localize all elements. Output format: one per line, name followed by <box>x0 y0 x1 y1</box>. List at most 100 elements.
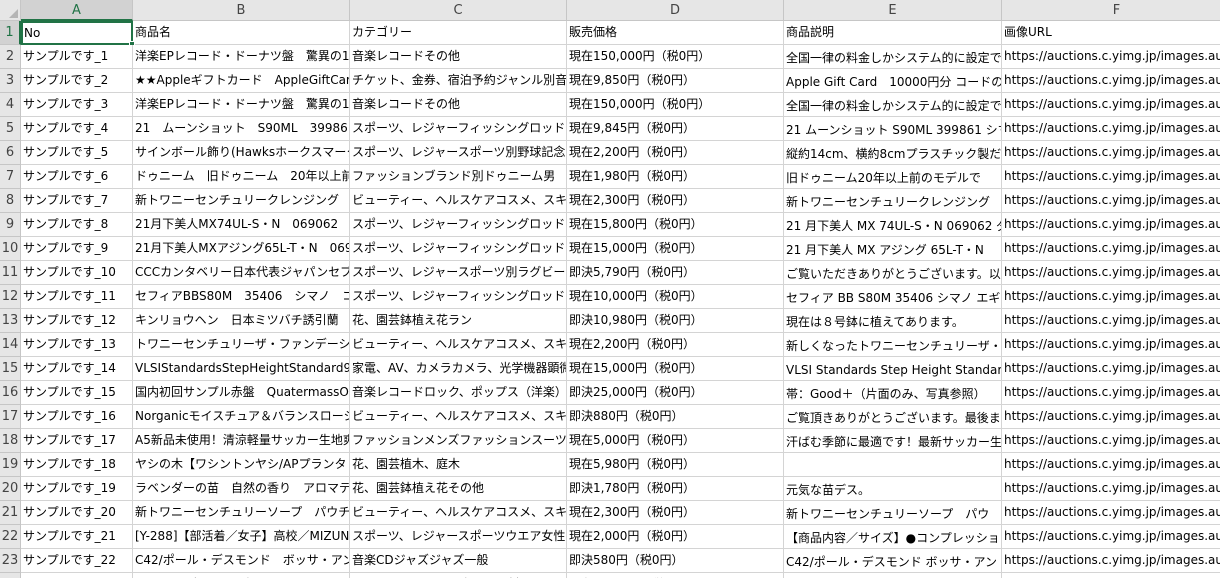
table-cell[interactable]: サンプルです_4 <box>21 117 133 141</box>
table-cell[interactable]: ファッションメンズファッションスーツ <box>350 429 567 453</box>
table-cell[interactable]: https://auctions.c.yimg.jp/images.aucti <box>1002 573 1220 578</box>
table-cell[interactable]: サインボール飾り(Hawksホークスマーク <box>133 141 350 165</box>
header-cell-4[interactable]: 販売価格 <box>567 21 784 45</box>
table-cell[interactable]: 音楽レコードロック、ポップス（洋楽） <box>350 381 567 405</box>
table-cell[interactable]: 音楽レコードその他 <box>350 93 567 117</box>
row-header[interactable]: 8 <box>0 189 21 213</box>
table-cell[interactable]: サンプルです_17 <box>21 429 133 453</box>
table-cell[interactable]: スポーツ、レジャースポーツ別野球記念 <box>350 141 567 165</box>
row-header[interactable]: 11 <box>0 261 21 285</box>
table-cell[interactable]: 現在15,800円（税0円） <box>567 213 784 237</box>
table-cell[interactable]: 現在2,200円（税0円） <box>567 333 784 357</box>
table-cell[interactable]: 新トワニーセンチュリーソープ パウ <box>784 501 1002 525</box>
table-cell[interactable]: ★★Appleギフトカード AppleGiftCard <box>133 69 350 93</box>
row-header[interactable]: 14 <box>0 333 21 357</box>
table-cell[interactable]: サンプルです_5 <box>21 141 133 165</box>
table-cell[interactable]: 家電、AV、カメラカメラ、光学機器顕微 <box>350 357 567 381</box>
table-cell[interactable]: サンプルです_8 <box>21 213 133 237</box>
table-cell[interactable]: 洋楽EPレコード・ドーナツ盤 驚異の15 <box>133 45 350 69</box>
table-cell[interactable]: スポーツ、レジャースポーツウエア女性 <box>350 525 567 549</box>
table-cell[interactable]: 汗ばむ季節に最適です！最新サッカー生 <box>784 429 1002 453</box>
row-header[interactable]: 19 <box>0 453 21 477</box>
table-cell[interactable]: サンプルです_1 <box>21 45 133 69</box>
row-header[interactable]: 7 <box>0 165 21 189</box>
table-cell[interactable]: 現在2,300円（税0円） <box>567 189 784 213</box>
table-cell[interactable]: サンプルです_18 <box>21 453 133 477</box>
table-cell[interactable]: 縦約14cm、横約8cmプラスチック製だと <box>784 141 1002 165</box>
row-header[interactable]: 15 <box>0 357 21 381</box>
row-header[interactable]: 5 <box>0 117 21 141</box>
row-header[interactable]: 24 <box>0 573 21 578</box>
row-header[interactable]: 20 <box>0 477 21 501</box>
table-cell[interactable]: サンプルです_7 <box>21 189 133 213</box>
header-cell-2[interactable]: 商品名 <box>133 21 350 45</box>
table-cell[interactable]: ご覧頂きありがとうございます。最後ま <box>784 405 1002 429</box>
table-cell[interactable]: サンプルです_9 <box>21 237 133 261</box>
table-cell[interactable]: 即決880円（税0円） <box>567 405 784 429</box>
table-cell[interactable]: ファッションブランド別ドゥニーム男 <box>350 165 567 189</box>
table-cell[interactable]: サンプルです_22 <box>21 549 133 573</box>
table-cell[interactable]: 現在5,980円（税0円） <box>567 453 784 477</box>
table-cell[interactable]: https://auctions.c.yimg.jp/images.aucti <box>1002 165 1220 189</box>
column-header-e[interactable]: E <box>784 0 1002 21</box>
table-cell[interactable]: サンプルです_3 <box>21 93 133 117</box>
table-cell[interactable]: キンリョウヘン 日本ミツバチ誘引蘭 <box>133 309 350 333</box>
header-cell-6[interactable]: 画像URL <box>1002 21 1220 45</box>
table-cell[interactable]: ビューティー、ヘルスケアコスメ、スキ <box>350 189 567 213</box>
table-cell[interactable]: https://auctions.c.yimg.jp/images.aucti <box>1002 45 1220 69</box>
table-cell[interactable]: チケット、金券、宿泊予約ジャンル別音 <box>350 69 567 93</box>
row-header[interactable]: 4 <box>0 93 21 117</box>
table-cell[interactable]: 現在15,000円（税0円） <box>567 237 784 261</box>
table-cell[interactable]: サンプルです_15 <box>21 381 133 405</box>
table-cell[interactable]: スポーツ、レジャーフィッシングロッド <box>350 237 567 261</box>
table-cell[interactable]: セフィアBBS80M 35406 シマノ コ <box>133 285 350 309</box>
table-cell[interactable]: ドゥニーム 旧ドゥニーム 20年以上前 <box>133 165 350 189</box>
table-cell[interactable]: サンプルです_20 <box>21 501 133 525</box>
table-cell[interactable]: サンプルです_2 <box>21 69 133 93</box>
table-cell[interactable]: サンプルです_12 <box>21 309 133 333</box>
table-cell[interactable]: 現在10,000円（税0円） <box>567 285 784 309</box>
table-cell[interactable] <box>784 453 1002 477</box>
table-cell[interactable]: https://auctions.c.yimg.jp/images.aucti <box>1002 93 1220 117</box>
table-cell[interactable]: https://auctions.c.yimg.jp/images.aucti <box>1002 453 1220 477</box>
table-cell[interactable]: 花、園芸植木、庭木 <box>350 453 567 477</box>
column-header-f[interactable]: F <box>1002 0 1220 21</box>
table-cell[interactable] <box>784 573 1002 578</box>
table-cell[interactable]: https://auctions.c.yimg.jp/images.aucti <box>1002 381 1220 405</box>
table-cell[interactable]: https://auctions.c.yimg.jp/images.aucti <box>1002 429 1220 453</box>
table-cell[interactable]: 全国一律の料金しかシステム的に設定で <box>784 93 1002 117</box>
table-cell[interactable]: 新トワニーセンチュリーソープ パウチ <box>133 501 350 525</box>
header-cell-3[interactable]: カテゴリー <box>350 21 567 45</box>
row-header[interactable]: 13 <box>0 309 21 333</box>
table-cell[interactable]: ホビー、カルチャー楽器、器材ギターエ <box>350 573 567 578</box>
table-cell[interactable]: https://auctions.c.yimg.jp/images.aucti <box>1002 477 1220 501</box>
table-cell[interactable]: 旧ドゥニーム20年以上前のモデルで <box>784 165 1002 189</box>
table-cell[interactable]: https://auctions.c.yimg.jp/images.aucti <box>1002 405 1220 429</box>
table-cell[interactable]: VLSIStandardsStepHeightStandard9393 <box>133 357 350 381</box>
table-cell[interactable]: 即決25,000円（税0円） <box>567 381 784 405</box>
table-cell[interactable]: https://auctions.c.yimg.jp/images.aucti <box>1002 333 1220 357</box>
table-cell[interactable]: 現在2,000円（税0円） <box>567 525 784 549</box>
header-cell-1[interactable]: No <box>21 21 133 45</box>
table-cell[interactable]: 新トワニーセンチュリークレンジング <box>784 189 1002 213</box>
table-cell[interactable]: 国内初回サンプル赤盤 QuatermassOP <box>133 381 350 405</box>
table-cell[interactable]: スポーツ、レジャーフィッシングロッド <box>350 285 567 309</box>
table-cell[interactable]: [Y-288]【部活着／女子】高校／MIZUNO <box>133 525 350 549</box>
row-header[interactable]: 12 <box>0 285 21 309</box>
table-cell[interactable]: サンプルです_19 <box>21 477 133 501</box>
table-cell[interactable]: ヤシの木【ワシントンヤシ/APプランタ・ <box>133 453 350 477</box>
table-cell[interactable]: 元気な苗デス。 <box>784 477 1002 501</box>
table-cell[interactable]: https://auctions.c.yimg.jp/images.aucti <box>1002 357 1220 381</box>
table-cell[interactable]: トワニーセンチュリーザ・ファンデーシ <box>133 333 350 357</box>
table-cell[interactable]: スポーツ、レジャーフィッシングロッド <box>350 213 567 237</box>
row-header[interactable]: 3 <box>0 69 21 93</box>
table-cell[interactable]: ⑥-17少し古めですが、とてもキレイなチ <box>133 573 350 578</box>
table-cell[interactable]: 現在9,850円（税0円） <box>567 69 784 93</box>
table-cell[interactable]: セフィア BB S80M 35406 シマノ エギン <box>784 285 1002 309</box>
table-cell[interactable]: 現在2,200円（税0円） <box>567 141 784 165</box>
table-cell[interactable]: 全国一律の料金しかシステム的に設定で <box>784 45 1002 69</box>
table-cell[interactable]: 現在150,000円（税0円） <box>567 93 784 117</box>
header-cell-5[interactable]: 商品説明 <box>784 21 1002 45</box>
table-cell[interactable]: 洋楽EPレコード・ドーナツ盤 驚異の15 <box>133 93 350 117</box>
table-cell[interactable]: サンプルです_6 <box>21 165 133 189</box>
